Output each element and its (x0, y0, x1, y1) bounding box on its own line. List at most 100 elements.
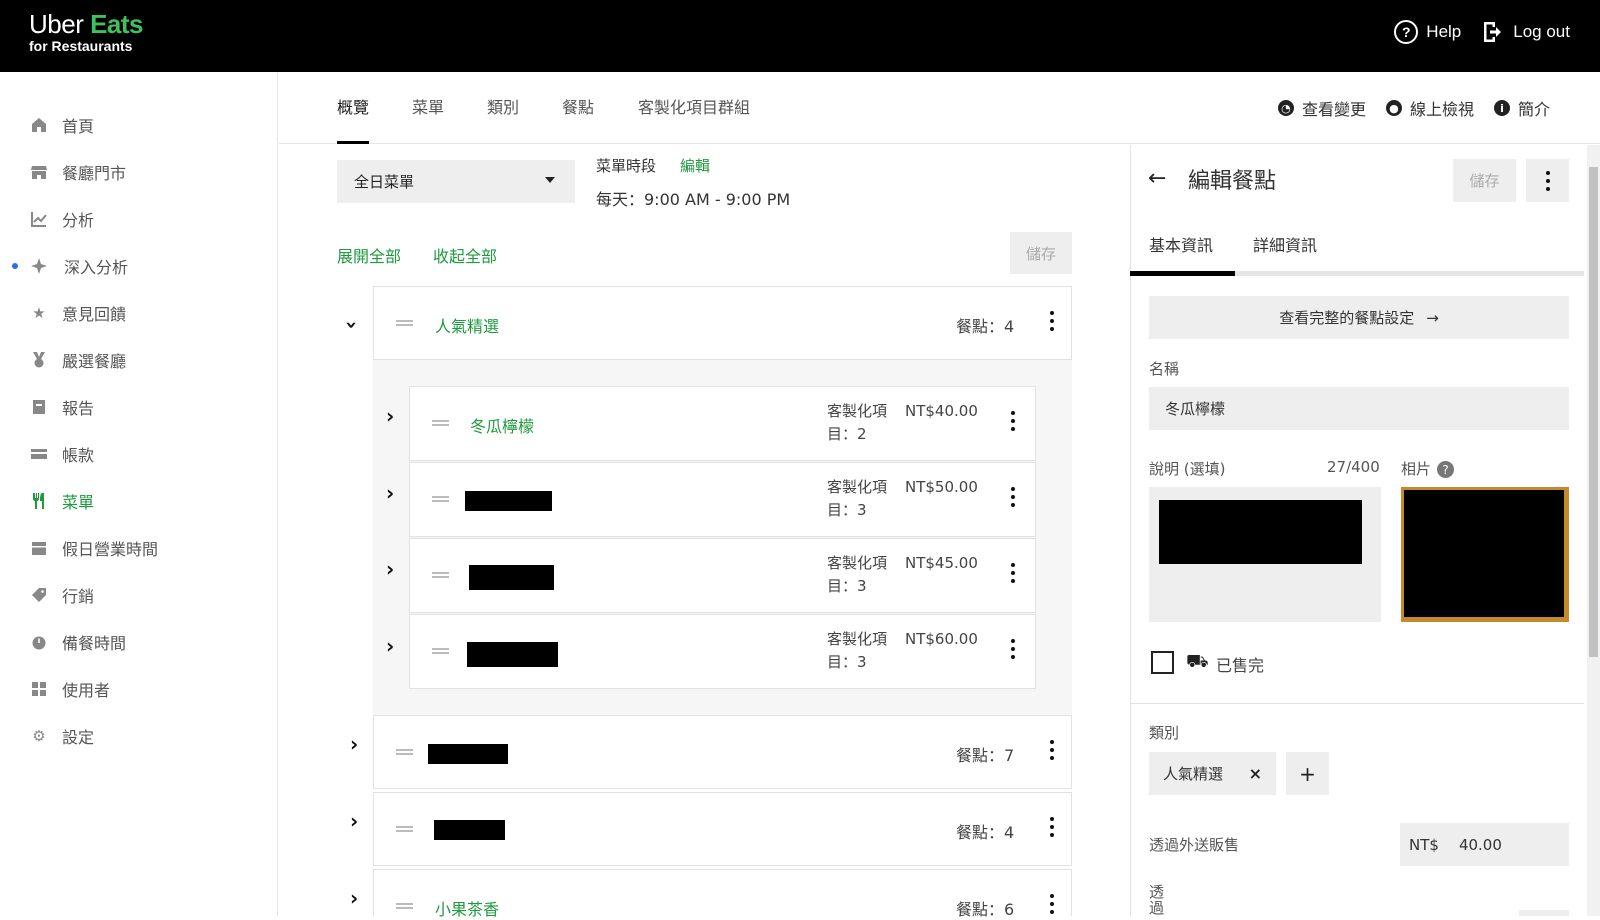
next-field-input[interactable] (1519, 910, 1569, 916)
new-indicator-dot (12, 263, 18, 269)
sidebar-item-settings[interactable]: ⚙ 設定 (0, 716, 278, 756)
panel-more-button[interactable] (1526, 159, 1569, 202)
intro-link[interactable]: i 簡介 (1493, 96, 1550, 120)
redacted-description (1159, 500, 1362, 564)
expand-all-link[interactable]: 展開全部 (337, 243, 401, 267)
sold-out-checkbox[interactable] (1151, 651, 1174, 674)
more-options-icon[interactable] (1011, 639, 1015, 663)
tab-items[interactable]: 餐點 (562, 94, 594, 144)
sidebar-item-stores[interactable]: 餐廳門市 (0, 152, 278, 192)
category-name[interactable]: 小果茶香 (435, 896, 499, 920)
chevron-right-icon[interactable]: › (386, 481, 394, 505)
help-link[interactable]: ? Help (1394, 20, 1461, 44)
add-category-button[interactable]: + (1286, 752, 1329, 795)
price-currency: NT$ (1409, 835, 1439, 854)
description-char-count: 27/400 (1327, 458, 1380, 476)
scrollbar-thumb[interactable] (1589, 167, 1598, 657)
chevron-right-icon[interactable]: › (386, 634, 394, 658)
help-icon: ? (1394, 20, 1419, 44)
logout-link[interactable]: Log out (1481, 20, 1570, 44)
more-options-icon[interactable] (1050, 817, 1054, 841)
more-options-icon[interactable] (1011, 411, 1015, 435)
category-chip[interactable]: 人氣精選 × (1149, 752, 1276, 795)
sidebar-item-home[interactable]: 首頁 (0, 105, 278, 145)
item-row[interactable]: 客製化項 目：3 NT$45.00 (409, 538, 1036, 613)
tab-menus[interactable]: 菜單 (412, 94, 444, 144)
panel-scrollbar[interactable] (1587, 145, 1600, 916)
view-full-settings-button[interactable]: 查看完整的餐點設定 → (1149, 296, 1569, 339)
drag-handle-icon[interactable] (432, 496, 449, 502)
save-button[interactable]: 儲存 (1010, 232, 1072, 274)
more-options-icon[interactable] (1011, 563, 1015, 587)
category-row[interactable]: 餐點：4 (373, 792, 1072, 866)
tab-categories[interactable]: 類別 (487, 94, 519, 144)
sidebar-item-users[interactable]: 使用者 (0, 669, 278, 709)
description-textarea[interactable] (1149, 487, 1381, 622)
more-options-icon[interactable] (1050, 311, 1054, 335)
help-circle-icon[interactable]: ? (1437, 461, 1455, 478)
sidebar-item-menu[interactable]: 菜單 (0, 481, 278, 521)
chevron-right-icon[interactable]: › (386, 557, 394, 581)
item-row[interactable]: 冬瓜檸檬 客製化項 目：2 NT$40.00 (409, 386, 1036, 461)
more-options-icon[interactable] (1050, 894, 1054, 918)
category-row[interactable]: 小果茶香 餐點：6 (373, 869, 1072, 919)
item-price: NT$40.00 (905, 402, 978, 420)
timer-icon (30, 633, 48, 651)
sidebar-item-prep-time[interactable]: 備餐時間 (0, 622, 278, 662)
name-input[interactable]: 冬瓜檸檬 (1149, 387, 1569, 430)
tab-overview[interactable]: 概覽 (337, 94, 370, 144)
sidebar-item-label: 帳款 (62, 446, 95, 465)
item-customizations: 客製化項 目：2 (827, 400, 899, 446)
chevron-right-icon[interactable]: › (350, 732, 358, 756)
uber-eats-logo[interactable]: Uber Eats for Restaurants (29, 10, 144, 54)
category-row[interactable]: 人氣精選 餐點：4 (373, 286, 1072, 360)
category-row[interactable]: 餐點：7 (373, 715, 1072, 789)
photo-label: 相片? (1401, 458, 1455, 479)
chevron-right-icon[interactable]: › (350, 809, 358, 833)
item-row[interactable]: 客製化項 目：3 NT$60.00 (409, 614, 1036, 689)
drag-handle-icon[interactable] (396, 826, 413, 832)
menu-period-edit-link[interactable]: 編輯 (680, 155, 710, 176)
photo-upload[interactable] (1401, 487, 1569, 622)
chevron-right-icon[interactable]: › (386, 404, 394, 428)
tab-modifier-groups[interactable]: 客製化項目群組 (638, 94, 750, 144)
sidebar-item-payments[interactable]: 帳款 (0, 434, 278, 474)
sidebar-item-analytics[interactable]: 分析 (0, 199, 278, 239)
delivery-price-input[interactable]: NT$ 40.00 (1400, 823, 1569, 866)
item-customizations-line2: 目：3 (827, 653, 867, 671)
drag-handle-icon[interactable] (432, 420, 449, 426)
item-name[interactable]: 冬瓜檸檬 (470, 413, 534, 437)
drag-handle-icon[interactable] (396, 320, 413, 326)
sidebar: 首頁 餐廳門市 分析 深入分析 ★ 意見回饋 嚴選餐廳 報告 帳款 菜單 假日營… (0, 72, 278, 916)
back-arrow-icon[interactable]: ← (1148, 166, 1166, 191)
drag-handle-icon[interactable] (432, 648, 449, 654)
sidebar-item-insights[interactable]: 深入分析 (0, 246, 278, 286)
view-online-link[interactable]: ● 線上檢視 (1385, 96, 1474, 120)
menu-select[interactable]: 全日菜單 (337, 160, 575, 203)
drag-handle-icon[interactable] (432, 572, 449, 578)
collapse-all-link[interactable]: 收起全部 (433, 243, 497, 267)
info-icon: i (1493, 100, 1510, 116)
sold-out-label: 已售完 (1216, 656, 1265, 675)
more-options-icon[interactable] (1050, 740, 1054, 764)
item-customizations-line2: 目：3 (827, 501, 867, 519)
view-changes-link[interactable]: ◔ 查看變更 (1277, 96, 1366, 120)
sidebar-item-reports[interactable]: 報告 (0, 387, 278, 427)
sidebar-item-feedback[interactable]: ★ 意見回饋 (0, 293, 278, 333)
drag-handle-icon[interactable] (396, 903, 413, 909)
category-name[interactable]: 人氣精選 (435, 313, 499, 337)
tab-basic-info[interactable]: 基本資訊 (1149, 232, 1213, 256)
tab-detail-info[interactable]: 詳細資訊 (1253, 232, 1317, 256)
sidebar-item-top-restaurants[interactable]: 嚴選餐廳 (0, 340, 278, 380)
item-row[interactable]: 客製化項 目：3 NT$50.00 (409, 462, 1036, 537)
panel-save-button[interactable]: 儲存 (1453, 159, 1516, 202)
chevron-right-icon[interactable]: › (350, 886, 358, 910)
sidebar-item-marketing[interactable]: 行銷 (0, 575, 278, 615)
chevron-down-icon[interactable]: › (340, 321, 364, 329)
sidebar-item-holiday-hours[interactable]: 假日營業時間 (0, 528, 278, 568)
more-options-icon[interactable] (1011, 487, 1015, 511)
payment-icon (30, 445, 48, 463)
drag-handle-icon[interactable] (396, 749, 413, 755)
sidebar-item-label: 行銷 (62, 587, 95, 606)
remove-icon[interactable]: × (1249, 764, 1262, 783)
